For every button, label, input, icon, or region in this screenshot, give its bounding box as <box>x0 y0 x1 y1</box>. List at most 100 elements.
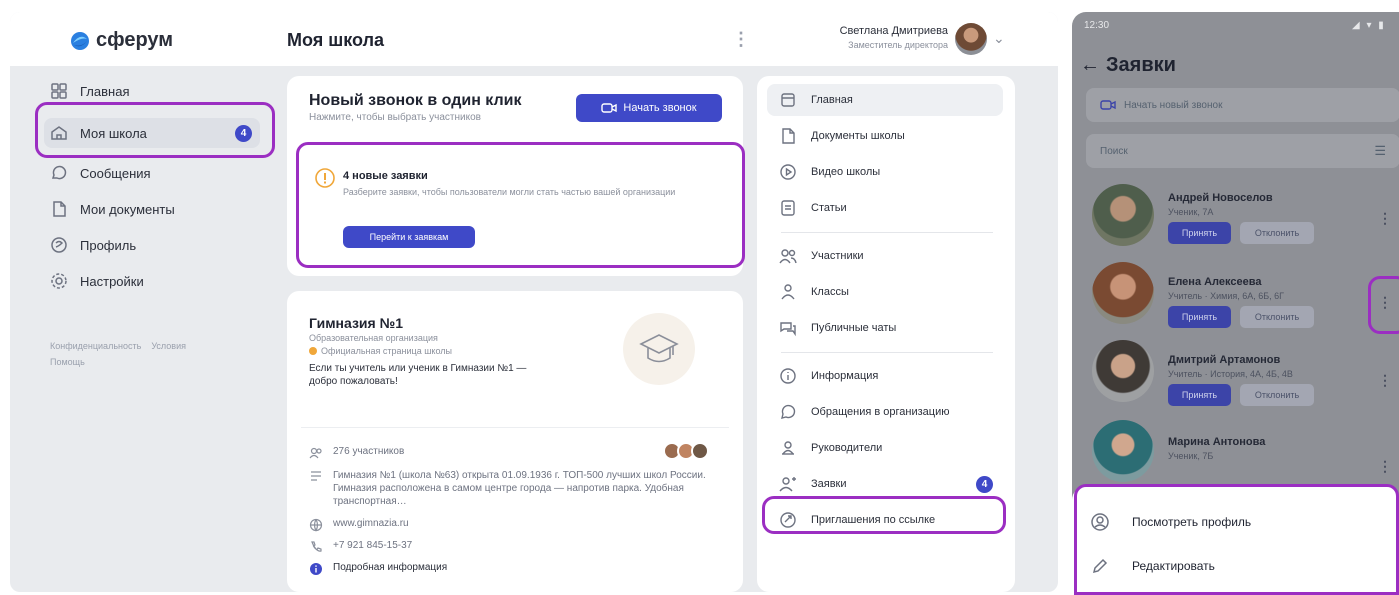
menu-item-label: Публичные чаты <box>811 322 897 334</box>
accept-button[interactable]: Принять <box>1168 222 1231 244</box>
reject-button[interactable]: Отклонить <box>1240 306 1314 328</box>
menu-item-public-chats[interactable]: Публичные чаты <box>767 312 1003 344</box>
more-options-icon[interactable]: ⋮ <box>1378 210 1392 227</box>
phone-icon <box>311 541 322 552</box>
sidebar-item-profile[interactable]: Профиль <box>50 230 250 260</box>
school-title: Гимназия №1 <box>309 315 403 331</box>
description-row: Гимназия №1 (школа №63) открыта 01.09.19… <box>309 469 719 508</box>
sidebar-footer: Конфиденциальность Условия Помощь <box>50 338 250 370</box>
home-icon <box>781 93 795 107</box>
status-time: 12:30 <box>1084 20 1110 31</box>
person-role: Учитель · Химия, 6А, 6Б, 6Г <box>1168 291 1285 301</box>
menu-item-main[interactable]: Главная <box>767 84 1003 116</box>
person-name: Елена Алексеева <box>1168 276 1262 288</box>
menu-item-label: Главная <box>811 94 853 106</box>
menu-item-leaders[interactable]: Руководители <box>767 432 1003 464</box>
help-link[interactable]: Помощь <box>50 357 85 367</box>
start-call-label: Начать звонок <box>623 102 697 114</box>
menu-item-label: Информация <box>811 370 879 382</box>
menu-item-video[interactable]: Видео школы <box>767 156 1003 188</box>
school-description: Гимназия №1 (школа №63) открыта 01.09.19… <box>333 470 706 507</box>
highlight-action-sheet <box>1074 484 1399 595</box>
phone-row[interactable]: +7 921 845-15-37 <box>309 540 412 554</box>
avatar[interactable] <box>1092 340 1154 402</box>
highlight-more-options <box>1368 276 1399 334</box>
divider <box>301 427 729 428</box>
logo-text: сферум <box>96 29 174 51</box>
start-new-call-button[interactable]: Начать новый звонок <box>1086 88 1399 122</box>
privacy-link[interactable]: Конфиденциальность <box>50 341 141 351</box>
reject-button[interactable]: Отклонить <box>1240 384 1314 406</box>
menu-item-label: Заявки <box>811 478 847 490</box>
verified-icon <box>309 347 317 355</box>
chat-icon <box>51 165 67 180</box>
mobile-screen: 12:30 ◢ ▾ ▮ ← Заявки Начать новый звонок… <box>1072 12 1399 595</box>
sidebar-item-messages[interactable]: Сообщения <box>50 158 250 188</box>
user-name[interactable]: Светлана Дмитриева <box>816 25 948 37</box>
menu-item-info[interactable]: Информация <box>767 360 1003 392</box>
avatar[interactable] <box>1092 420 1154 482</box>
menu-divider <box>781 352 993 353</box>
profile-icon <box>51 237 67 253</box>
reject-button[interactable]: Отклонить <box>1240 222 1314 244</box>
menu-item-classes[interactable]: Классы <box>767 276 1003 308</box>
video-camera-icon <box>601 103 618 113</box>
logo[interactable]: сферум <box>70 29 173 52</box>
filter-icon[interactable]: ☰ <box>1374 143 1386 159</box>
school-phone: +7 921 845-15-37 <box>333 540 413 551</box>
menu-item-documents[interactable]: Документы школы <box>767 120 1003 152</box>
chevron-down-icon[interactable]: ⌄ <box>993 30 1005 47</box>
sidebar-item-settings[interactable]: Настройки <box>50 266 250 296</box>
accept-button[interactable]: Принять <box>1168 384 1231 406</box>
menu-item-appeals[interactable]: Обращения в организацию <box>767 396 1003 428</box>
call-card-title: Новый звонок в один клик <box>309 92 522 109</box>
highlight-requests-menu <box>762 496 1006 534</box>
verified-row: Официальная страница школы <box>309 346 452 356</box>
more-info-row[interactable]: Подробная информация <box>309 562 447 576</box>
avatar[interactable] <box>1092 262 1154 324</box>
person-name: Дмитрий Артамонов <box>1168 354 1281 366</box>
sidebar-item-label: Главная <box>80 83 130 99</box>
more-info-link: Подробная информация <box>333 562 448 573</box>
graduation-cap-icon <box>639 334 679 363</box>
info-icon <box>780 368 796 384</box>
terms-link[interactable]: Условия <box>151 341 186 351</box>
avatar[interactable] <box>1092 184 1154 246</box>
call-card-subtitle: Нажмите, чтобы выбрать участников <box>309 112 481 123</box>
classes-icon <box>781 284 795 300</box>
menu-item-members[interactable]: Участники <box>767 240 1003 272</box>
menu-item-label: Статьи <box>811 202 847 214</box>
globe-icon <box>309 518 323 532</box>
user-avatar[interactable] <box>955 23 987 55</box>
start-call-button[interactable]: Начать звонок <box>576 94 722 122</box>
more-options-icon[interactable]: ⋮ <box>1378 458 1392 475</box>
document-icon <box>53 201 66 217</box>
status-icons: ◢ ▾ ▮ <box>1352 20 1386 31</box>
notification-badge: 4 <box>976 475 993 493</box>
accept-button[interactable]: Принять <box>1168 306 1231 328</box>
sidebar-item-label: Сообщения <box>80 165 151 181</box>
member-avatars[interactable] <box>663 442 709 460</box>
highlight-my-school <box>35 102 275 158</box>
desktop-window: сферум Моя школа ⋮ Светлана Дмитриева За… <box>10 12 1058 592</box>
add-person-icon <box>779 477 796 492</box>
school-welcome: Если ты учитель или ученик в Гимназии №1… <box>309 363 527 387</box>
menu-item-label: Документы школы <box>811 130 905 142</box>
menu-item-articles[interactable]: Статьи <box>767 192 1003 224</box>
text-lines-icon <box>311 471 321 481</box>
person-icon <box>782 441 794 455</box>
sferum-logo-icon <box>71 31 89 50</box>
menu-divider <box>781 232 993 233</box>
sidebar-item-documents[interactable]: Мои документы <box>50 194 250 224</box>
menu-item-label: Руководители <box>811 442 883 454</box>
members-row[interactable]: 276 участников <box>309 446 404 460</box>
website-row[interactable]: www.gimnazia.ru <box>309 518 409 532</box>
more-options-icon[interactable]: ⋮ <box>1378 372 1392 389</box>
search-input[interactable]: Поиск ☰ <box>1086 134 1399 168</box>
back-arrow-icon[interactable]: ← <box>1080 54 1100 77</box>
more-options-icon[interactable]: ⋮ <box>732 29 750 50</box>
grid-icon <box>51 83 67 99</box>
sidebar-item-label: Мои документы <box>80 201 175 217</box>
chats-icon <box>780 322 796 337</box>
highlight-new-requests <box>296 142 745 268</box>
